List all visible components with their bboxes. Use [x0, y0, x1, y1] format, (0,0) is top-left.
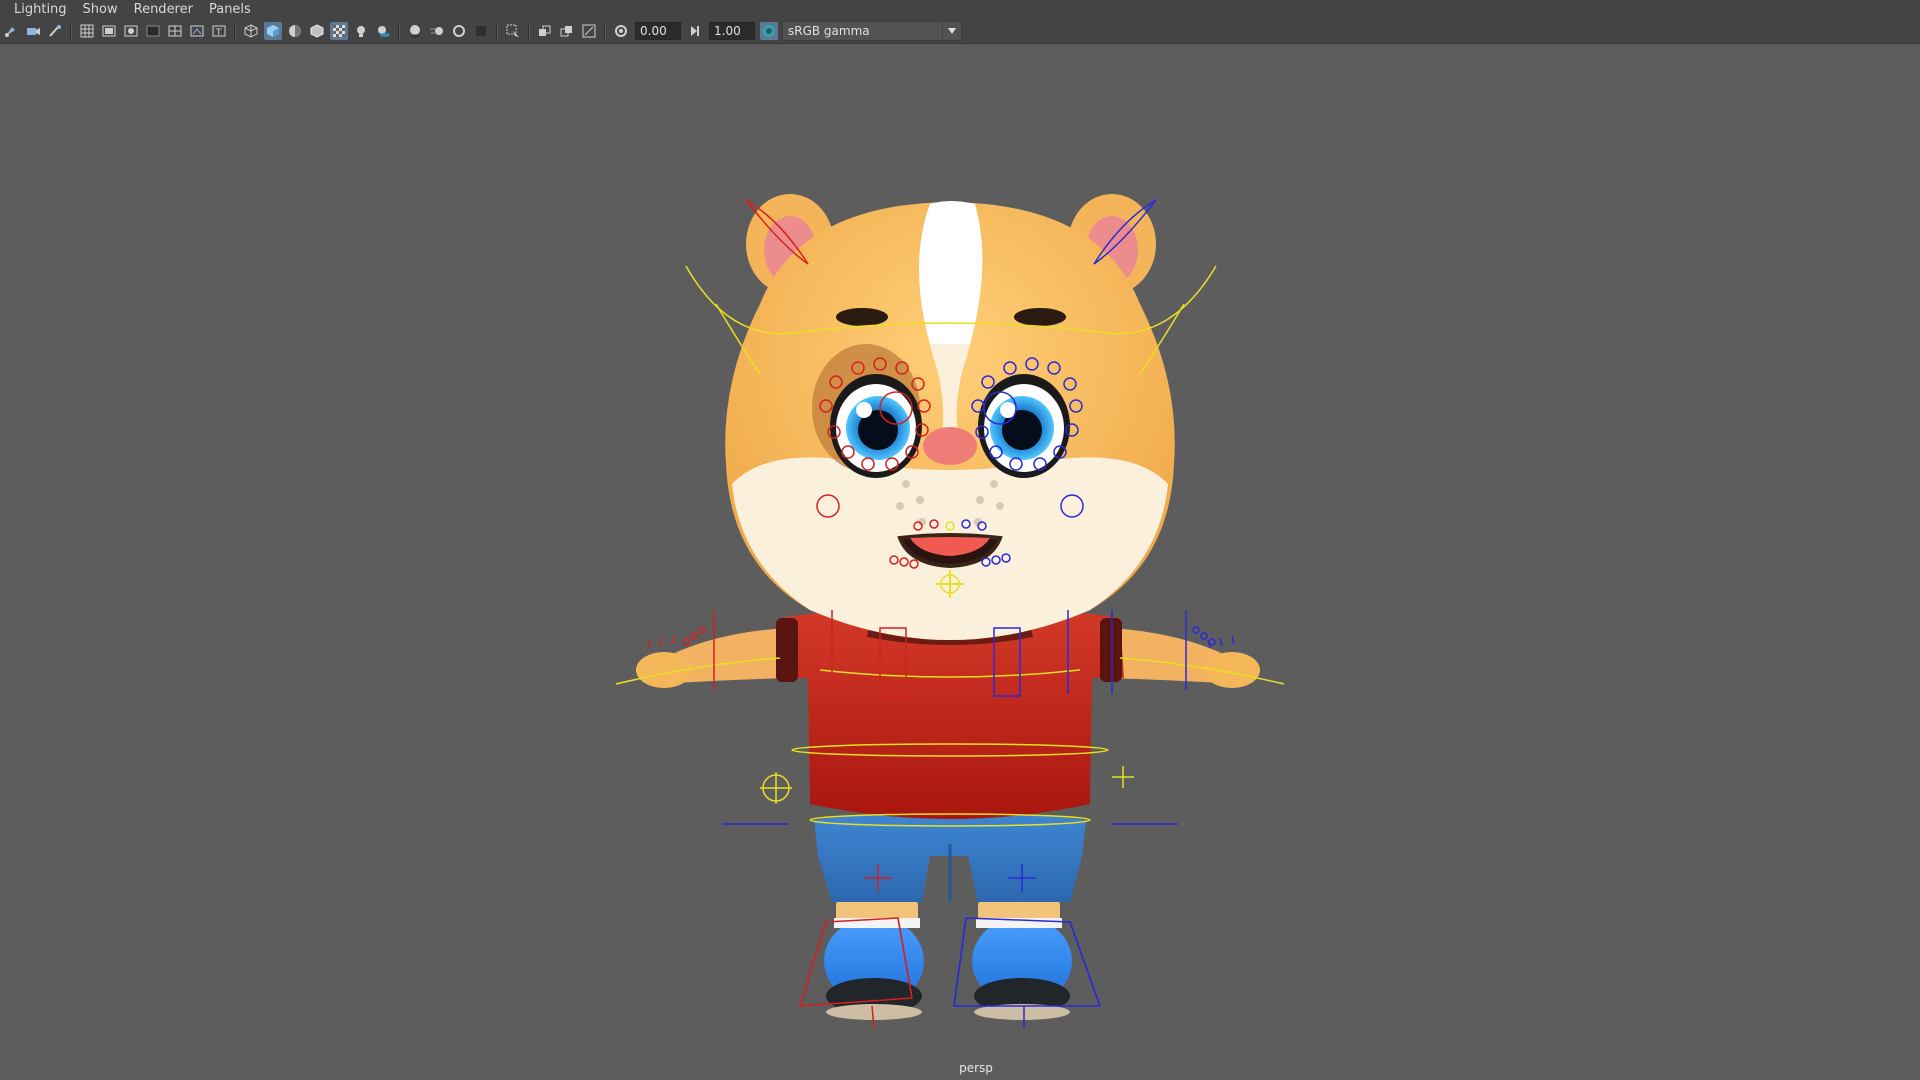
- viewport-menu-bar: Lighting Show Renderer Panels: [0, 0, 1920, 19]
- scene-render: [615, 194, 1285, 1029]
- toolbar-separator: [70, 22, 72, 40]
- gamma-field[interactable]: 1.00: [709, 22, 755, 40]
- 3d-viewport[interactable]: persp: [0, 44, 1920, 1080]
- right-eye: [978, 374, 1070, 478]
- toolbar-separator: [398, 22, 400, 40]
- toolbar-separator: [496, 22, 498, 40]
- dropdown-arrow-icon[interactable]: [942, 22, 961, 40]
- svg-text:T: T: [215, 28, 222, 38]
- bookmarks-icon[interactable]: [46, 22, 64, 40]
- wireframe-icon[interactable]: [242, 22, 260, 40]
- hud-icon[interactable]: [580, 22, 598, 40]
- camera-attributes-icon[interactable]: [24, 22, 42, 40]
- select-camera-icon[interactable]: [2, 22, 20, 40]
- textured-icon[interactable]: [308, 22, 326, 40]
- grid-icon[interactable]: [78, 22, 96, 40]
- xray-active-icon[interactable]: [558, 22, 576, 40]
- menu-panels[interactable]: Panels: [201, 0, 259, 19]
- menu-show[interactable]: Show: [75, 0, 126, 19]
- menu-renderer[interactable]: Renderer: [126, 0, 201, 19]
- ik-pole-right: [1112, 766, 1134, 788]
- toolbar-separator: [604, 22, 606, 40]
- xray-icon[interactable]: [330, 22, 348, 40]
- wireframe-on-shaded-icon[interactable]: [286, 22, 304, 40]
- gamma-icon[interactable]: [686, 22, 704, 40]
- safe-title-icon[interactable]: T: [210, 22, 228, 40]
- anti-aliasing-icon[interactable]: [450, 22, 468, 40]
- smooth-shade-icon[interactable]: [264, 22, 282, 40]
- left-eyebrow: [836, 308, 888, 326]
- camera-name-label: persp: [959, 1061, 993, 1075]
- color-space-dropdown[interactable]: sRGB gamma: [782, 21, 962, 41]
- menu-lighting[interactable]: Lighting: [0, 0, 75, 19]
- color-space-label: sRGB gamma: [788, 24, 870, 38]
- isolate-select-icon[interactable]: [504, 22, 522, 40]
- safe-action-icon[interactable]: [188, 22, 206, 40]
- lights-icon[interactable]: [352, 22, 370, 40]
- toolbar-separator: [234, 22, 236, 40]
- nose: [923, 427, 977, 465]
- film-gate-icon[interactable]: [100, 22, 118, 40]
- xray-joints-icon[interactable]: [536, 22, 554, 40]
- gate-mask-icon[interactable]: [144, 22, 162, 40]
- left-shoe: [824, 917, 924, 1020]
- motion-blur-icon[interactable]: [428, 22, 446, 40]
- toolbar-separator: [528, 22, 530, 40]
- shadows-icon[interactable]: [374, 22, 392, 40]
- viewport-toolbar: T 0.00 1.00 sRGB gamma: [0, 19, 1920, 44]
- maya-viewport-window: Lighting Show Renderer Panels T 0.00 1.0…: [0, 0, 1920, 1080]
- right-shoe: [972, 917, 1072, 1020]
- ambient-occlusion-icon[interactable]: [406, 22, 424, 40]
- right-eyebrow: [1014, 308, 1066, 326]
- resolution-gate-icon[interactable]: [122, 22, 140, 40]
- exposure-icon[interactable]: [612, 22, 630, 40]
- left-eye: [830, 374, 922, 478]
- depth-of-field-icon[interactable]: [472, 22, 490, 40]
- color-management-icon[interactable]: [760, 22, 778, 40]
- field-chart-icon[interactable]: [166, 22, 184, 40]
- exposure-field[interactable]: 0.00: [635, 22, 681, 40]
